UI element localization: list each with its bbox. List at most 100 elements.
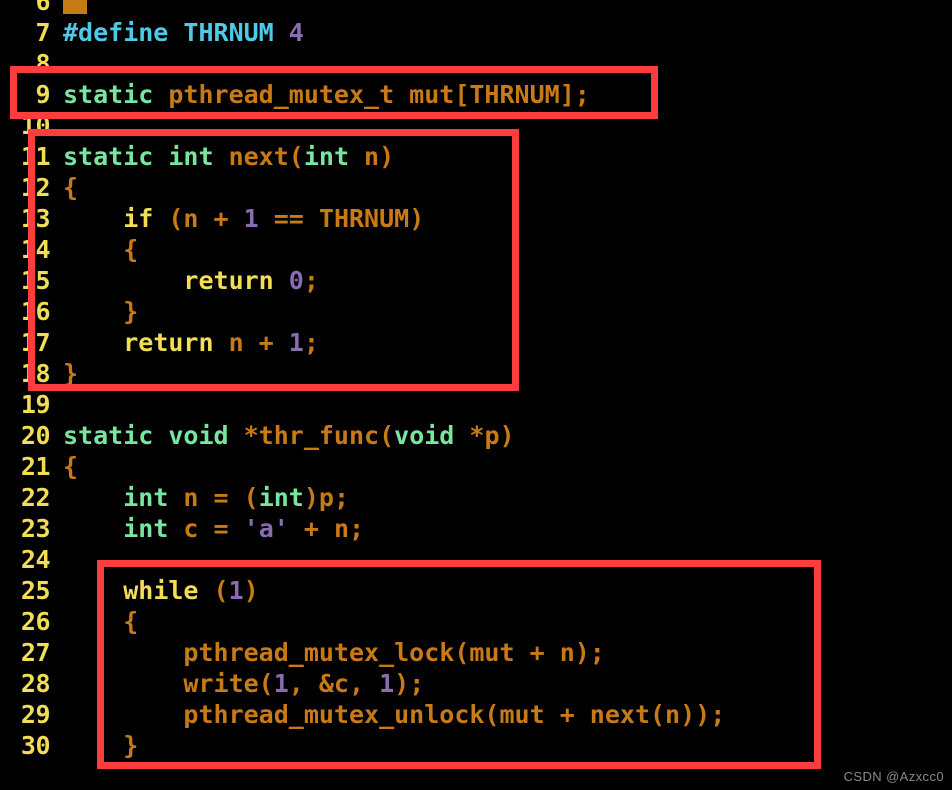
code-line[interactable]: 29 pthread_mutex_unlock(mut + next(n));: [0, 699, 952, 730]
code-line[interactable]: 17 return n + 1;: [0, 327, 952, 358]
watermark-text: CSDN @Azxcc0: [843, 769, 944, 784]
code-token: ): [243, 576, 259, 605]
line-number: 8: [35, 49, 50, 78]
code-line[interactable]: 14 {: [0, 234, 952, 265]
code-text: pthread_mutex_unlock(mut + next(n));: [63, 699, 725, 730]
code-token: pthread_mutex_lock(mut + n);: [63, 638, 605, 667]
code-token: static void: [63, 421, 244, 450]
code-token: (n +: [153, 204, 244, 233]
code-token: }: [63, 359, 79, 388]
code-token: while: [123, 576, 199, 605]
code-line[interactable]: 28 write(1, &c, 1);: [0, 668, 952, 699]
code-token: {: [63, 235, 139, 264]
code-line[interactable]: 12 {: [0, 172, 952, 203]
code-token: + n;: [288, 514, 365, 543]
code-line[interactable]: 8: [0, 48, 952, 79]
code-token: n): [349, 142, 395, 171]
code-text: while (1): [63, 575, 259, 606]
code-line[interactable]: 25 while (1): [0, 575, 952, 606]
code-text: write(1, &c, 1);: [63, 668, 424, 699]
code-token: , &c,: [288, 669, 380, 698]
code-token: *thr_func(: [243, 421, 395, 450]
line-number: 6: [35, 0, 50, 16]
code-token: pthread_mutex_t mut[THRNUM];: [168, 80, 590, 109]
code-text: }: [63, 296, 138, 327]
code-token: );: [394, 669, 425, 698]
code-token: 'a': [243, 514, 289, 543]
code-editor[interactable]: 6 7 #define THRNUM 4 8 9 static pthread_mutex…: [0, 0, 952, 790]
code-token: 1: [379, 669, 395, 698]
code-token: 1: [288, 328, 304, 357]
code-line[interactable]: 13 if (n + 1 == THRNUM): [0, 203, 952, 234]
code-line[interactable]: 22 int n = (int)p;: [0, 482, 952, 513]
code-line[interactable]: 30 }: [0, 730, 952, 761]
code-line[interactable]: 10: [0, 110, 952, 141]
line-number: 10: [20, 111, 51, 140]
line-number: 28: [20, 669, 51, 698]
code-text: return 0;: [63, 265, 319, 296]
line-number: 25: [20, 576, 51, 605]
code-line[interactable]: 6: [0, 0, 952, 17]
line-number: 29: [20, 700, 51, 729]
line-number: 17: [20, 328, 51, 357]
code-text: static void *thr_func(void *p): [63, 420, 515, 451]
code-token: *p): [454, 421, 515, 450]
line-number: 26: [20, 607, 51, 636]
code-line[interactable]: 20 static void *thr_func(void *p): [0, 420, 952, 451]
code-text: static pthread_mutex_t mut[THRNUM];: [63, 79, 590, 110]
code-token: int: [123, 514, 169, 543]
code-token: int: [258, 483, 304, 512]
code-text: #define THRNUM 4: [63, 17, 304, 48]
code-line[interactable]: 26 {: [0, 606, 952, 637]
code-line[interactable]: 24: [0, 544, 952, 575]
code-token: next(: [228, 142, 304, 171]
code-text: }: [63, 730, 138, 761]
code-text: static int next(int n): [63, 141, 394, 172]
code-line[interactable]: 19: [0, 389, 952, 420]
line-number: 20: [20, 421, 51, 450]
line-number: 18: [20, 359, 51, 388]
code-text: }: [63, 358, 78, 389]
code-line[interactable]: 21 {: [0, 451, 952, 482]
code-token: c =: [168, 514, 244, 543]
code-token: == THRNUM): [258, 204, 425, 233]
code-line[interactable]: 27 pthread_mutex_lock(mut + n);: [0, 637, 952, 668]
code-token: 0: [288, 266, 304, 295]
code-token: (: [198, 576, 229, 605]
code-text: {: [63, 172, 78, 203]
code-text: {: [63, 606, 138, 637]
code-line[interactable]: 18}: [0, 358, 952, 389]
code-text: {: [63, 234, 138, 265]
code-line[interactable]: 16 }: [0, 296, 952, 327]
line-number: 22: [20, 483, 51, 512]
code-token: return: [183, 266, 274, 295]
code-line[interactable]: 23 int c = 'a' + n;: [0, 513, 952, 544]
code-token: n = (: [168, 483, 259, 512]
code-token: )p;: [303, 483, 349, 512]
code-line[interactable]: 11 static int next(int n): [0, 141, 952, 172]
code-token: ;: [303, 266, 319, 295]
code-token: }: [63, 297, 139, 326]
code-token: #define THRNUM: [63, 18, 289, 47]
line-number: 12: [20, 173, 51, 202]
code-text: int c = 'a' + n;: [63, 513, 364, 544]
code-token: int: [303, 142, 349, 171]
code-token: pthread_mutex_unlock(mut + next(n));: [63, 700, 726, 729]
code-token: 1: [273, 669, 289, 698]
line-number: 21: [20, 452, 51, 481]
code-text: {: [63, 451, 78, 482]
code-line[interactable]: 15 return 0;: [0, 265, 952, 296]
line-number: 14: [20, 235, 51, 264]
line-number: 11: [20, 142, 51, 171]
code-line[interactable]: 9 static pthread_mutex_t mut[THRNUM];: [0, 79, 952, 110]
code-line[interactable]: 7 #define THRNUM 4: [0, 17, 952, 48]
code-token: 1: [228, 576, 244, 605]
code-token: if: [123, 204, 154, 233]
line-number: 13: [20, 204, 51, 233]
code-token: }: [63, 731, 139, 760]
